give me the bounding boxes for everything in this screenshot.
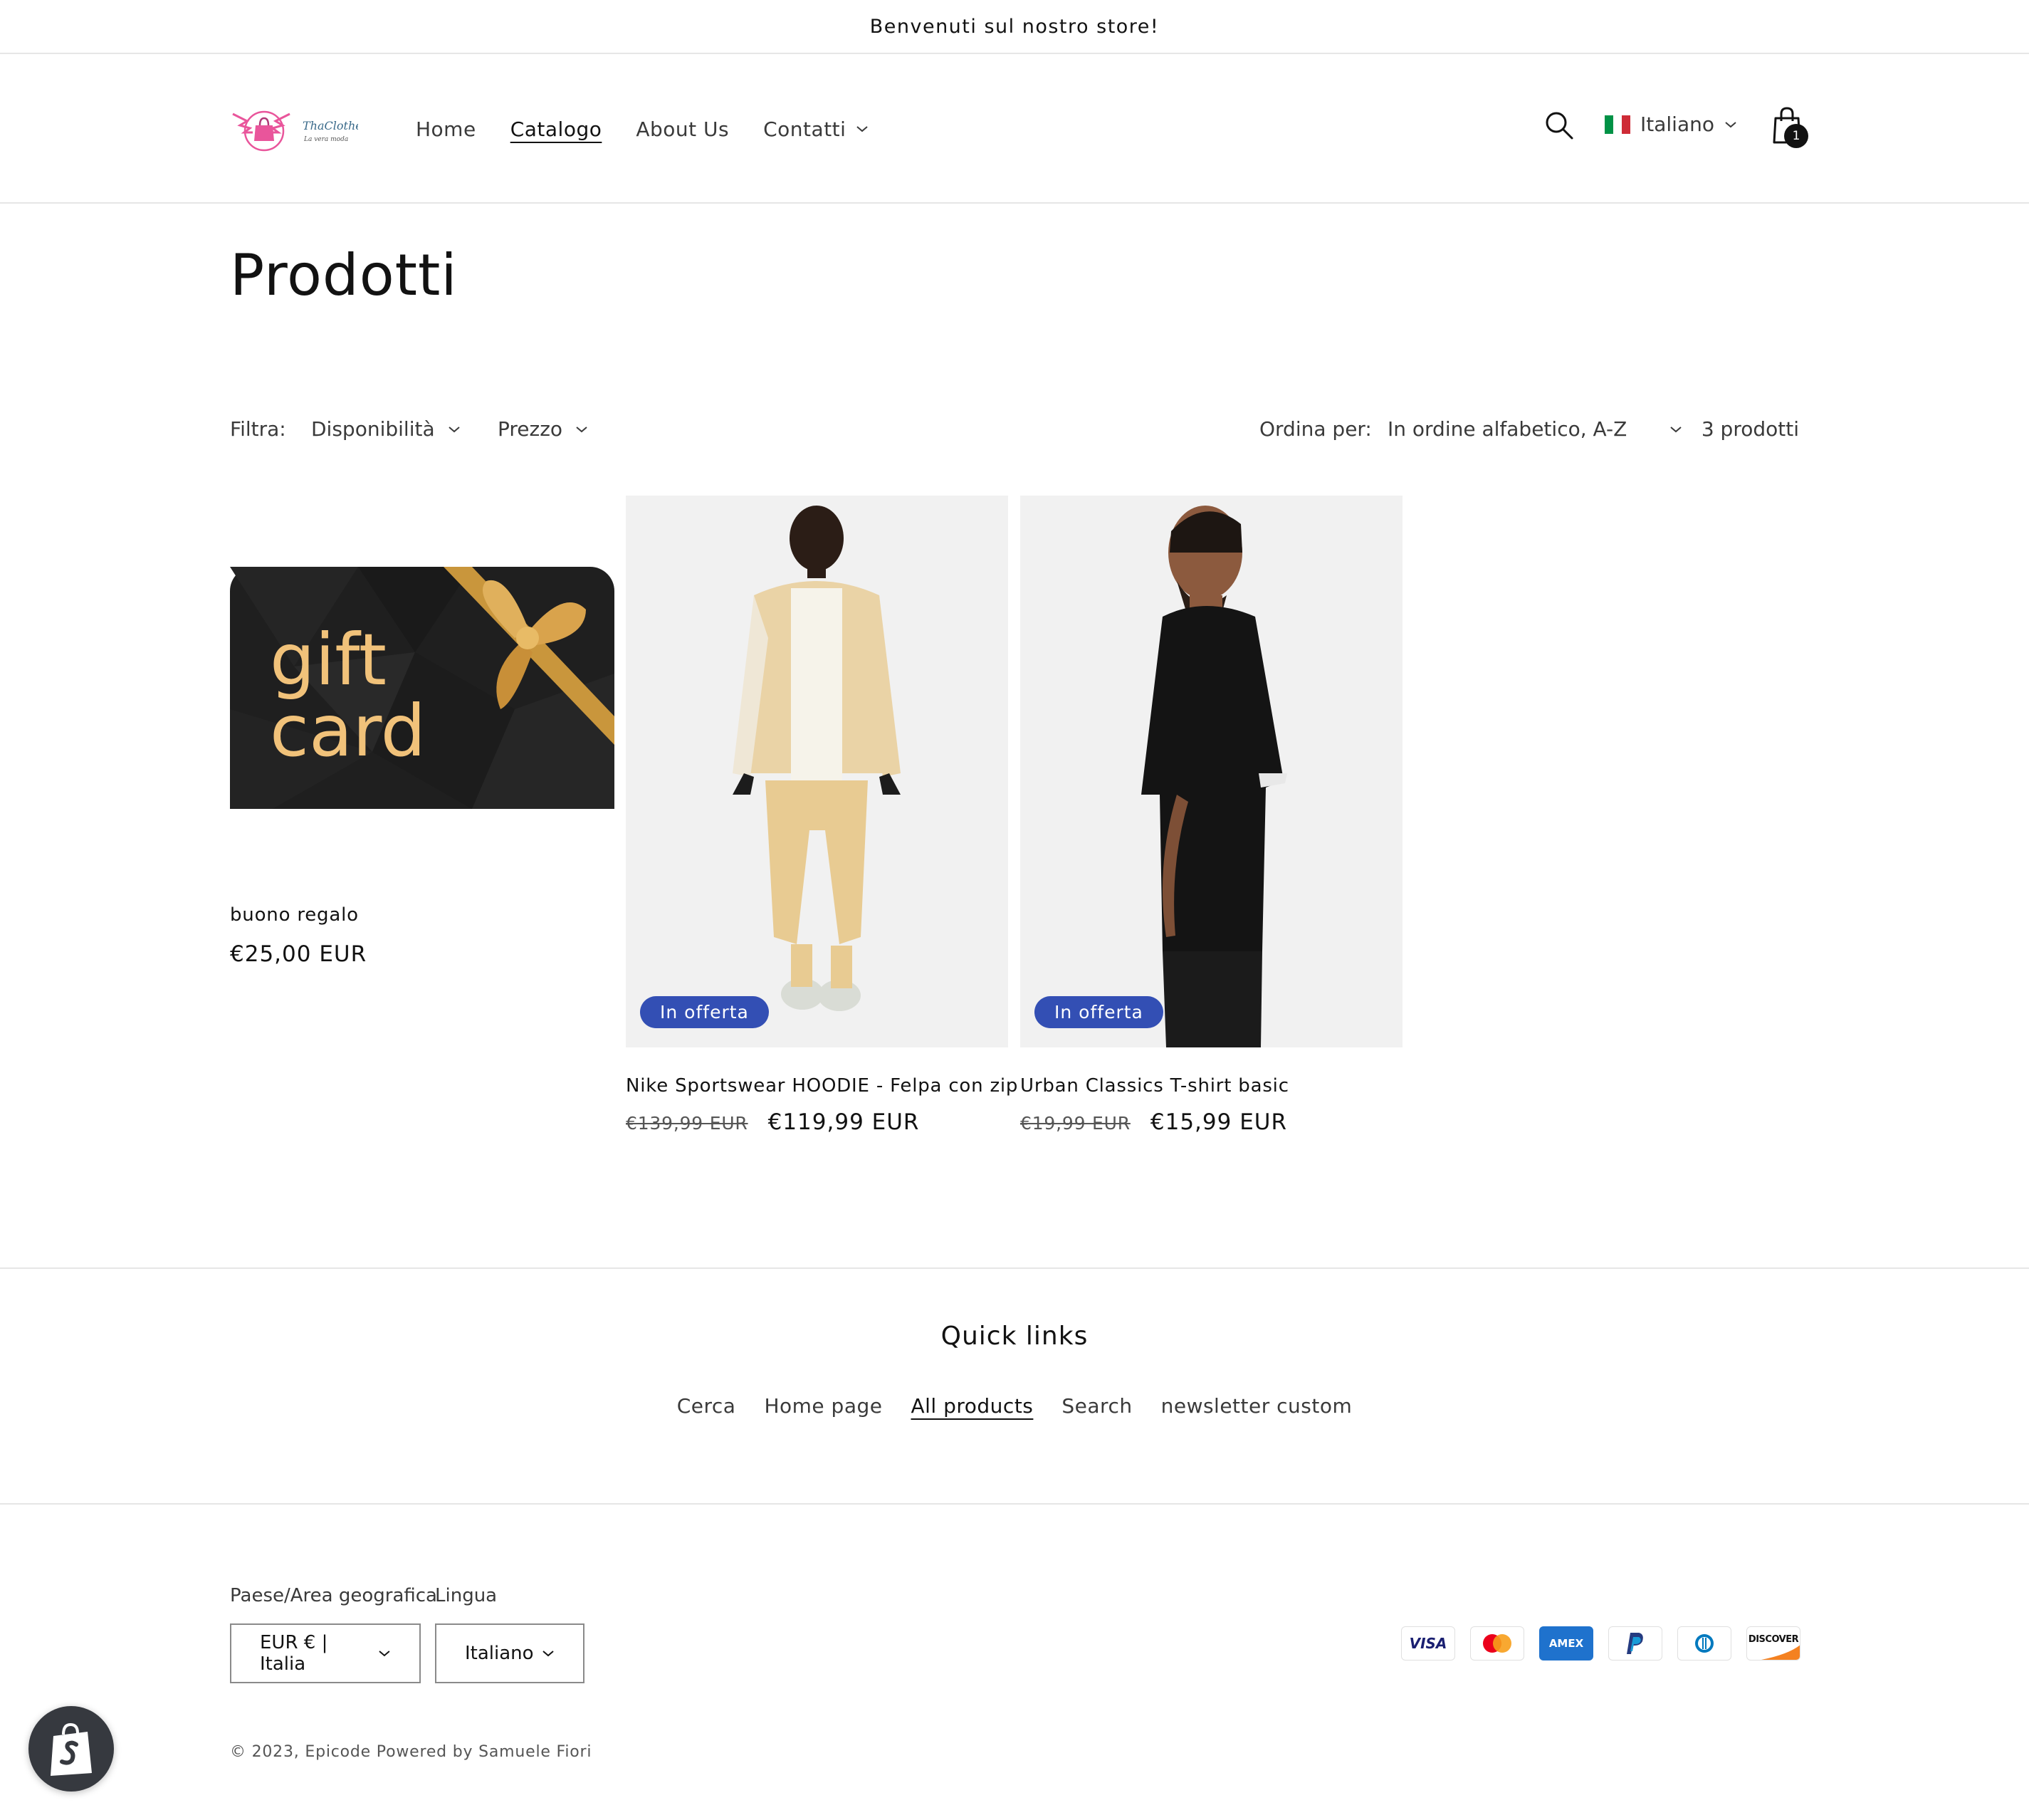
hoodie-model-image [626, 496, 1008, 1047]
filter-bar: Filtra: Disponibilità Prezzo Ordina per:… [230, 414, 1799, 446]
gift-card-image: gift card [230, 567, 614, 809]
product-name[interactable]: Urban Classics T-shirt basic [1020, 1075, 1289, 1097]
product-price: €119,99 EUR [767, 1109, 920, 1135]
chevron-down-icon [448, 426, 460, 432]
tshirt-model-image [1020, 496, 1403, 1047]
footer-link-search[interactable]: Search [1061, 1394, 1132, 1418]
filter-label: Filtra: [230, 417, 286, 441]
chevron-down-icon [379, 1651, 390, 1657]
discover-icon: DISCOVER [1746, 1626, 1800, 1661]
country-value: EUR € | Italia [260, 1632, 328, 1675]
sort-select[interactable]: In ordine alfabetico, A-Z [1388, 417, 1682, 441]
nav-about-us[interactable]: About Us [636, 117, 729, 141]
product-prices: €19,99 EUR €15,99 EUR [1020, 1109, 1287, 1135]
sort-value: In ordine alfabetico, A-Z [1388, 417, 1627, 441]
price-filter-label: Prezzo [498, 417, 563, 441]
logo-icon: ThaClothes La vera moda [232, 110, 368, 152]
chevron-down-icon [1670, 426, 1682, 432]
country-label: Paese/Area geografica [230, 1585, 437, 1606]
chevron-down-icon [576, 426, 587, 432]
product-name[interactable]: Nike Sportswear HOODIE - Felpa con zip [626, 1075, 1018, 1097]
product-image [626, 496, 1008, 1047]
paypal-icon [1608, 1626, 1662, 1661]
product-name[interactable]: buono regalo [230, 904, 359, 926]
announcement-bar: Benvenuti sul nostro store! [0, 0, 2029, 54]
shopify-chat-button[interactable] [28, 1706, 114, 1792]
nav-home[interactable]: Home [416, 117, 476, 141]
sale-badge: In offerta [1034, 996, 1163, 1028]
country-select[interactable]: EUR € | Italia [230, 1623, 421, 1683]
product-card[interactable]: gift card buono regalo €25,00 EUR [230, 496, 614, 973]
store-logo[interactable]: ThaClothes La vera moda [230, 104, 368, 154]
mastercard-icon [1470, 1626, 1524, 1661]
cart-count-badge: 1 [1784, 124, 1808, 148]
language-label-footer: Lingua [435, 1585, 498, 1606]
language-select[interactable]: Italiano [435, 1623, 584, 1683]
product-price: €15,99 EUR [1150, 1109, 1288, 1135]
footer-quick-links: Quick links Cerca Home page All products… [0, 1267, 2029, 1505]
copyright-text: © 2023, Epicode Powered by Samuele Fiori [230, 1743, 592, 1761]
diners-club-icon [1677, 1626, 1731, 1661]
product-prices: €139,99 EUR €119,99 EUR [626, 1109, 919, 1135]
price-filter[interactable]: Prezzo [498, 417, 588, 441]
product-old-price: €19,99 EUR [1020, 1113, 1131, 1134]
nav-catalogo-label: Catalogo [510, 117, 602, 141]
product-old-price: €139,99 EUR [626, 1113, 748, 1134]
search-icon[interactable] [1543, 110, 1575, 141]
product-card[interactable]: In offerta Urban Classics T-shirt basic … [1020, 496, 1405, 1144]
chevron-down-icon [1725, 121, 1736, 127]
site-header: ThaClothes La vera moda Home Catalogo Ab… [0, 54, 2029, 204]
product-prices: €25,00 EUR [230, 941, 367, 967]
footer-link-all-products[interactable]: All products [911, 1394, 1033, 1418]
sort-label: Ordina per: [1259, 417, 1372, 441]
chevron-down-icon [542, 1651, 554, 1657]
footer-link-home-page[interactable]: Home page [764, 1394, 882, 1418]
sale-badge: In offerta [640, 996, 769, 1028]
logo-name: ThaClothes [303, 119, 358, 132]
announcement-text: Benvenuti sul nostro store! [869, 15, 1160, 38]
page-title: Prodotti [230, 242, 458, 308]
language-selector[interactable]: Italiano [1605, 113, 1737, 136]
availability-filter-label: Disponibilità [311, 417, 435, 441]
product-card[interactable]: In offerta Nike Sportswear HOODIE - Felp… [626, 496, 1017, 1144]
nav-contatti[interactable]: Contatti [763, 117, 869, 141]
availability-filter[interactable]: Disponibilità [311, 417, 461, 441]
italy-flag-icon [1605, 115, 1630, 134]
nav-contatti-label: Contatti [763, 117, 846, 141]
language-value: Italiano [465, 1643, 534, 1664]
main-nav: Home Catalogo About Us Contatti [416, 54, 869, 204]
gift-card-text-2: card [270, 689, 426, 773]
shopify-bag-icon [51, 1722, 92, 1776]
nav-catalogo[interactable]: Catalogo [510, 117, 602, 141]
logo-tagline: La vera moda [303, 136, 348, 143]
product-price: €25,00 EUR [230, 941, 367, 967]
footer-link-cerca[interactable]: Cerca [677, 1394, 736, 1418]
footer-link-newsletter[interactable]: newsletter custom [1161, 1394, 1353, 1418]
product-count: 3 prodotti [1701, 417, 1799, 441]
nav-home-label: Home [416, 117, 476, 141]
footer-heading: Quick links [940, 1322, 1089, 1351]
language-label: Italiano [1640, 113, 1714, 136]
payment-icons: VISA AMEX DISCOVER [1401, 1626, 1800, 1661]
amex-icon: AMEX [1539, 1626, 1593, 1661]
chevron-down-icon [856, 126, 869, 132]
product-image [1020, 496, 1403, 1047]
quick-links-list: Cerca Home page All products Search news… [0, 1394, 2029, 1418]
visa-icon: VISA [1401, 1626, 1455, 1661]
nav-about-label: About Us [636, 117, 730, 141]
